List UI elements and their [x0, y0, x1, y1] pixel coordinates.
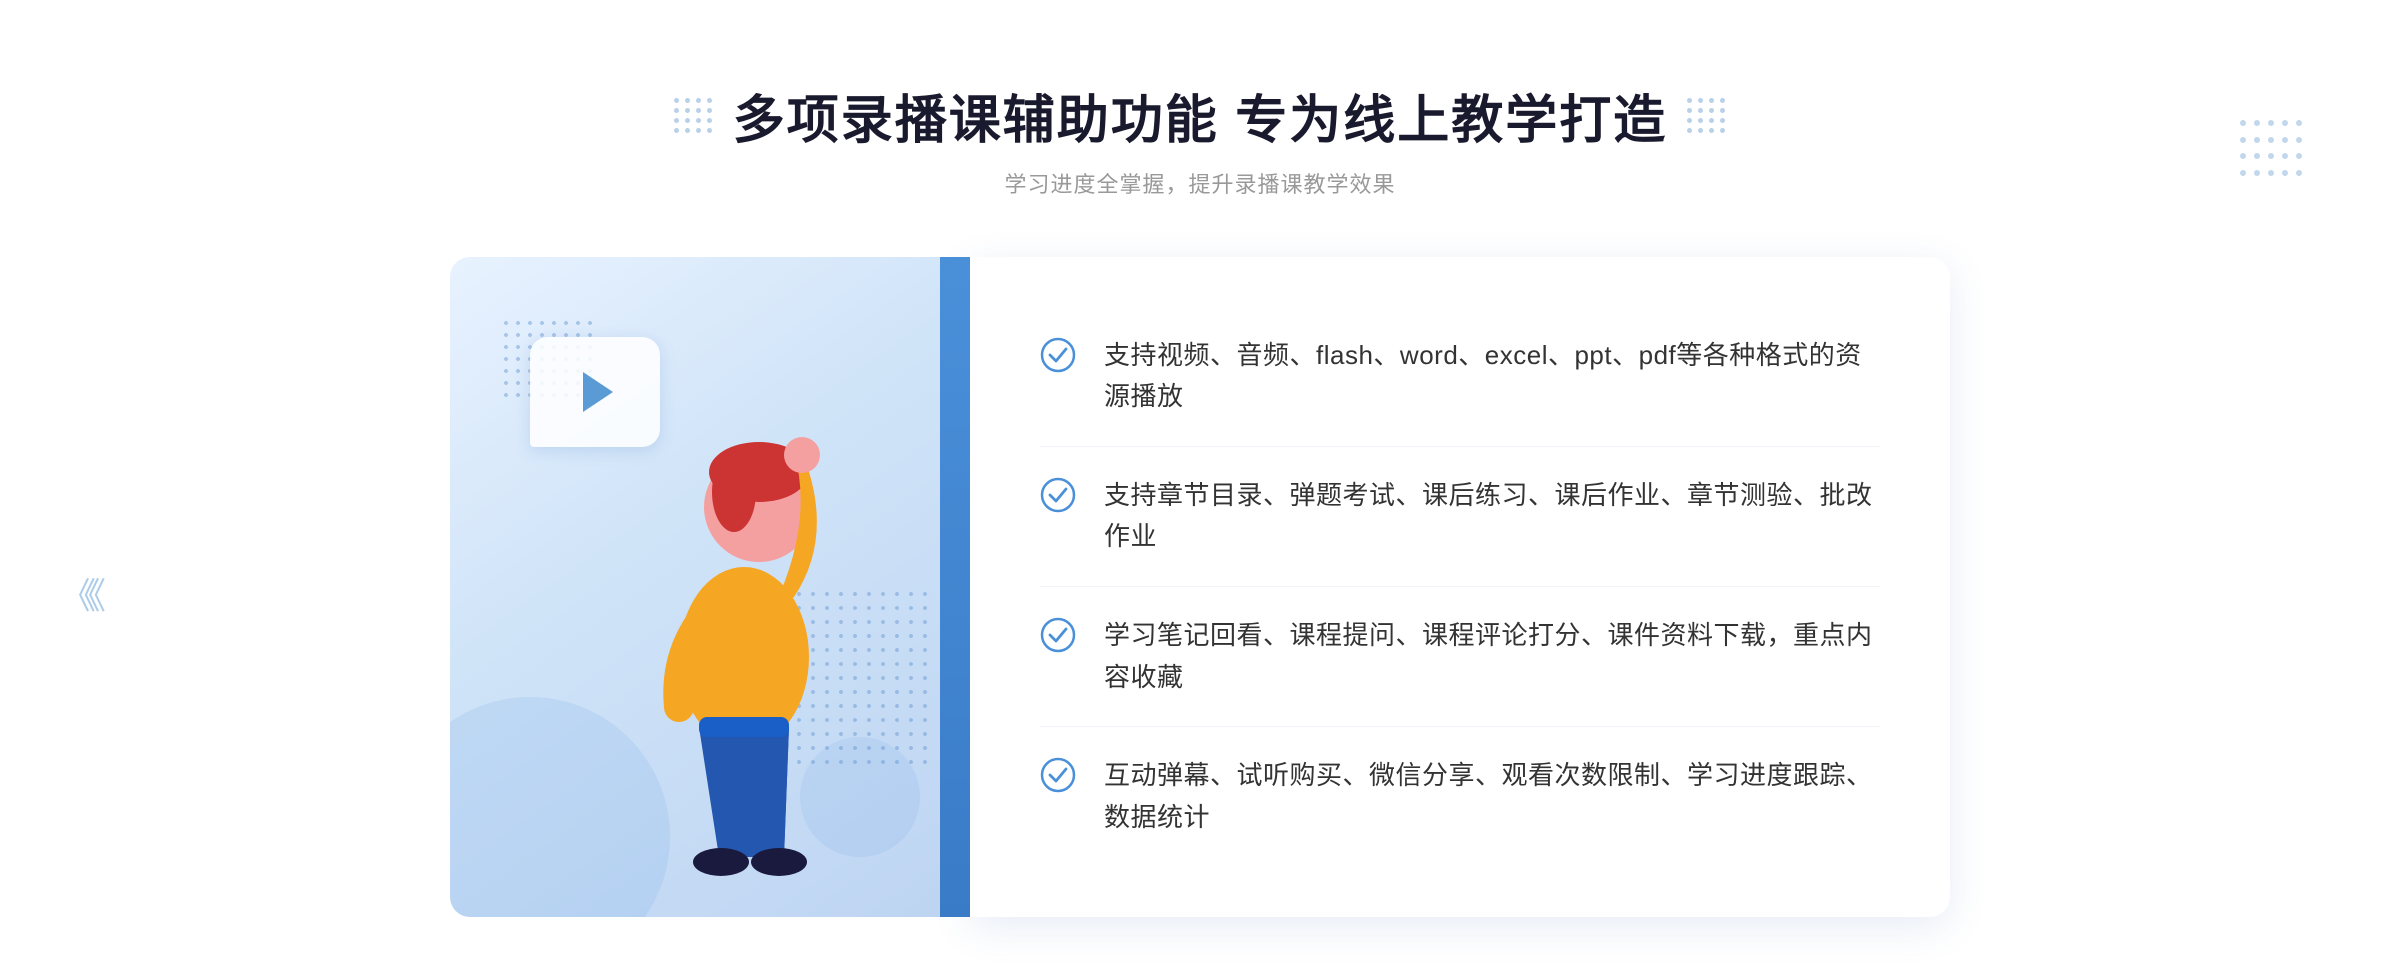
page-container: 多项录播课辅助功能 专为线上教学打造 学习进度全掌握，提升录播课教学效果	[0, 18, 2400, 957]
person-illustration	[574, 337, 914, 917]
header-dot-left	[674, 98, 713, 133]
check-icon-2	[1040, 477, 1076, 513]
feature-item-2: 支持章节目录、弹题考试、课后练习、课后作业、章节测验、批改作业	[1040, 447, 1880, 587]
feature-text-3: 学习笔记回看、课程提问、课程评论打分、课件资料下载，重点内容收藏	[1104, 615, 1880, 698]
check-icon-1	[1040, 337, 1076, 373]
content-section: 支持视频、音频、flash、word、excel、ppt、pdf等各种格式的资源…	[450, 257, 1950, 917]
top-right-dot-grid	[2240, 120, 2320, 180]
feature-text-2: 支持章节目录、弹题考试、课后练习、课后作业、章节测验、批改作业	[1104, 475, 1880, 558]
check-icon-4	[1040, 757, 1076, 793]
header-decorators: 多项录播课辅助功能 专为线上教学打造	[674, 78, 1726, 153]
check-icon-3	[1040, 617, 1076, 653]
illustration-card	[450, 257, 970, 917]
feature-text-4: 互动弹幕、试听购买、微信分享、观看次数限制、学习进度跟踪、数据统计	[1104, 755, 1880, 838]
feature-text-1: 支持视频、音频、flash、word、excel、ppt、pdf等各种格式的资源…	[1104, 335, 1880, 418]
features-panel: 支持视频、音频、flash、word、excel、ppt、pdf等各种格式的资源…	[970, 257, 1950, 917]
header-section: 多项录播课辅助功能 专为线上教学打造 学习进度全掌握，提升录播课教学效果	[674, 78, 1726, 199]
main-title: 多项录播课辅助功能 专为线上教学打造	[733, 78, 1667, 153]
feature-item-4: 互动弹幕、试听购买、微信分享、观看次数限制、学习进度跟踪、数据统计	[1040, 727, 1880, 866]
left-arrow-decoration: 《《	[60, 567, 98, 619]
feature-item-1: 支持视频、音频、flash、word、excel、ppt、pdf等各种格式的资源…	[1040, 307, 1880, 447]
feature-item-3: 学习笔记回看、课程提问、课程评论打分、课件资料下载，重点内容收藏	[1040, 587, 1880, 727]
header-dot-right	[1687, 98, 1726, 133]
sub-title: 学习进度全掌握，提升录播课教学效果	[674, 167, 1726, 199]
blue-stripe	[940, 257, 970, 917]
